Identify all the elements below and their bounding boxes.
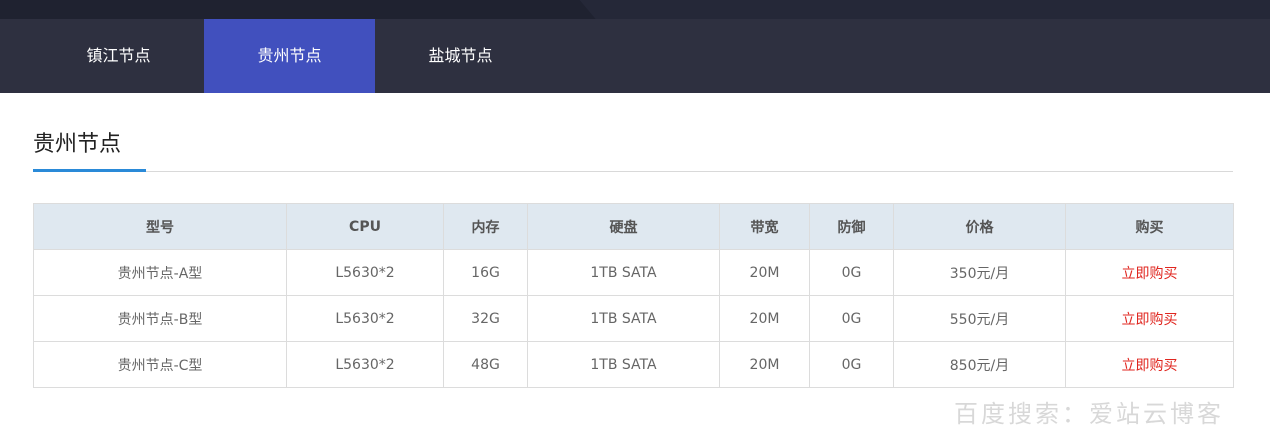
cell-defense: 0G [809,295,894,342]
node-tab-bar: 镇江节点 贵州节点 盐城节点 [0,19,1270,93]
cell-price: 550元/月 [893,295,1066,342]
buy-now-link[interactable]: 立即购买 [1122,312,1178,328]
buy-now-link[interactable]: 立即购买 [1122,266,1178,282]
cell-price: 350元/月 [893,249,1066,296]
section-divider [33,171,1233,172]
table-header-row: 型号 CPU 内存 硬盘 带宽 防御 价格 购买 [33,203,1234,250]
cell-defense: 0G [809,249,894,296]
cell-cpu: L5630*2 [286,341,444,388]
cell-price: 850元/月 [893,341,1066,388]
cell-memory: 16G [443,249,528,296]
cell-cpu: L5630*2 [286,295,444,342]
table-row: 贵州节点-C型 L5630*2 48G 1TB SATA 20M 0G 850元… [33,341,1234,388]
cell-disk: 1TB SATA [527,295,720,342]
cell-model: 贵州节点-B型 [33,295,287,342]
section-title-underline [33,169,146,172]
cell-model: 贵州节点-A型 [33,249,287,296]
cell-bandwidth: 20M [719,249,810,296]
cell-bandwidth: 20M [719,341,810,388]
column-header-model: 型号 [33,203,287,250]
watermark-text: 百度搜索：爱站云博客 [954,400,1224,427]
pricing-table: 型号 CPU 内存 硬盘 带宽 防御 价格 购买 贵州节点-A型 L5630*2… [33,203,1234,388]
tab-guizhou-node[interactable]: 贵州节点 [204,19,375,93]
column-header-price: 价格 [893,203,1066,250]
cell-defense: 0G [809,341,894,388]
table-row: 贵州节点-B型 L5630*2 32G 1TB SATA 20M 0G 550元… [33,295,1234,342]
cell-buy: 立即购买 [1065,341,1234,388]
buy-now-link[interactable]: 立即购买 [1122,358,1178,374]
tab-yancheng-node[interactable]: 盐城节点 [375,19,546,93]
cell-buy: 立即购买 [1065,295,1234,342]
cell-cpu: L5630*2 [286,249,444,296]
cell-model: 贵州节点-C型 [33,341,287,388]
column-header-bandwidth: 带宽 [719,203,810,250]
top-bar [0,0,1270,19]
cell-bandwidth: 20M [719,295,810,342]
top-bar-highlight [600,0,1270,19]
cell-memory: 32G [443,295,528,342]
cell-buy: 立即购买 [1065,249,1234,296]
column-header-disk: 硬盘 [527,203,720,250]
table-row: 贵州节点-A型 L5630*2 16G 1TB SATA 20M 0G 350元… [33,249,1234,296]
cell-disk: 1TB SATA [527,249,720,296]
section-title: 贵州节点 [33,132,122,157]
column-header-memory: 内存 [443,203,528,250]
cell-memory: 48G [443,341,528,388]
cell-disk: 1TB SATA [527,341,720,388]
tab-zhenjiang-node[interactable]: 镇江节点 [33,19,204,93]
column-header-cpu: CPU [286,203,444,250]
column-header-buy: 购买 [1065,203,1234,250]
column-header-defense: 防御 [809,203,894,250]
